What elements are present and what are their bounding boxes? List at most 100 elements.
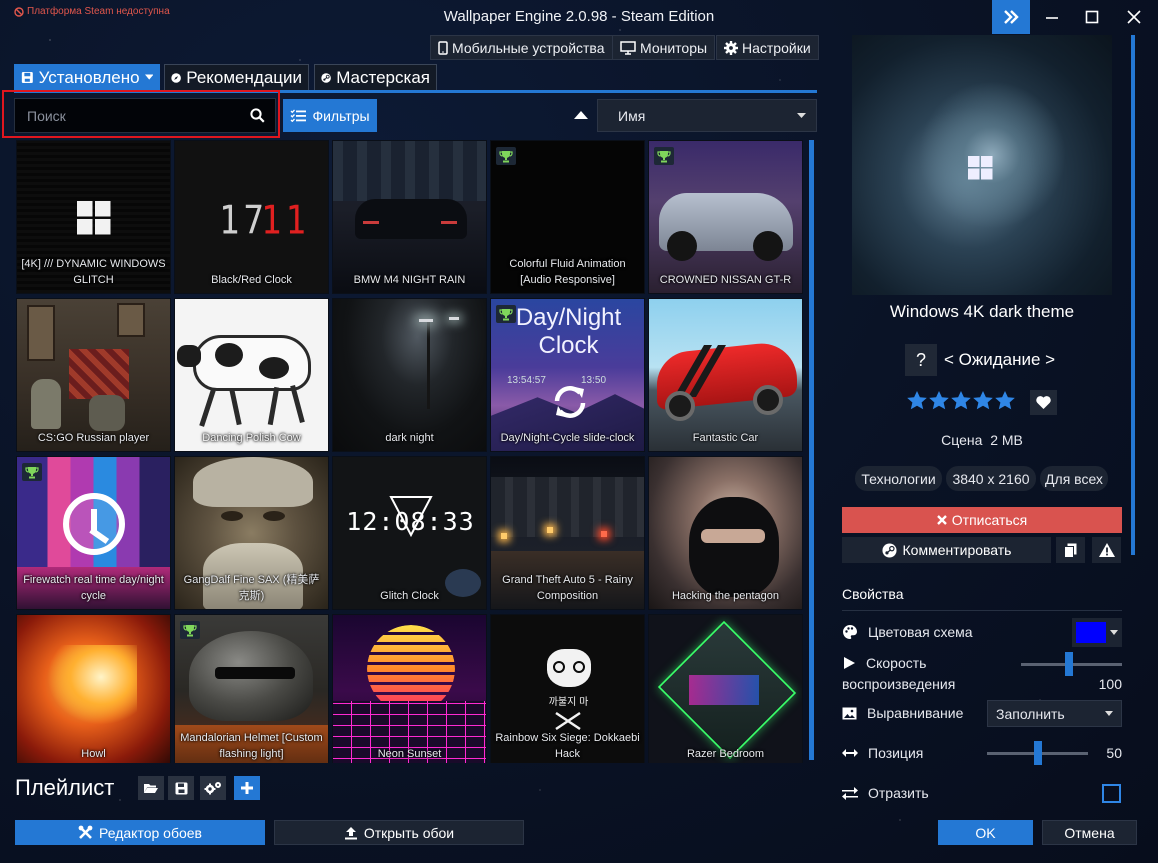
wallpaper-title: BMW M4 NIGHT RAIN xyxy=(353,274,466,286)
search-highlight-frame xyxy=(2,90,280,138)
filters-button[interactable]: Фильтры xyxy=(283,99,377,132)
arrows-horizontal-icon xyxy=(842,749,858,757)
minimize-button[interactable] xyxy=(1032,0,1072,34)
alignment-label: Выравнивание xyxy=(867,705,964,721)
wallpaper-tile[interactable]: Colorful Fluid Animation [Audio Responsi… xyxy=(490,140,645,294)
mirror-checkbox[interactable] xyxy=(1102,784,1121,803)
wallpaper-tile[interactable]: Dancing Polish Cow xyxy=(174,298,329,452)
grid-scrollbar[interactable] xyxy=(809,140,814,760)
color-scheme-picker[interactable] xyxy=(1072,618,1122,647)
unsubscribe-label: Отписаться xyxy=(951,512,1028,528)
ok-button[interactable]: OK xyxy=(938,820,1033,845)
cancel-button[interactable]: Отмена xyxy=(1042,820,1137,845)
playback-speed-row: Скорость xyxy=(842,655,926,671)
maximize-button[interactable] xyxy=(1072,0,1112,34)
wallpaper-editor-button[interactable]: Редактор обоев xyxy=(15,820,265,845)
close-button[interactable] xyxy=(1114,0,1154,34)
playlist-open-button[interactable] xyxy=(138,776,164,800)
wallpaper-tile[interactable]: Howl xyxy=(16,614,171,763)
warning-icon xyxy=(14,6,24,17)
filter-list-icon xyxy=(290,109,307,122)
wallpaper-tile[interactable]: BMW M4 NIGHT RAIN xyxy=(332,140,487,294)
tab-workshop-label: Мастерская xyxy=(336,67,430,87)
maximize-icon xyxy=(1085,10,1099,24)
trophy-badge xyxy=(654,147,674,165)
unsubscribe-button[interactable]: Отписаться xyxy=(842,507,1122,533)
sort-select[interactable]: Имя xyxy=(597,99,817,132)
wallpaper-title: CS:GO Russian player xyxy=(37,432,150,444)
playback-speed-slider-handle[interactable] xyxy=(1065,652,1074,676)
tab-workshop[interactable]: Мастерская xyxy=(314,64,437,91)
wallpaper-editor-label: Редактор обоев xyxy=(99,824,202,841)
wallpaper-preview xyxy=(852,35,1112,295)
mobile-devices-button[interactable]: Мобильные устройства xyxy=(430,35,613,60)
clock-digits-red: 11 xyxy=(261,198,310,244)
daynight-title-line2: Clock xyxy=(538,332,599,359)
compass-icon xyxy=(171,72,181,83)
wallpaper-title: [4K] /// DYNAMIC WINDOWS GLITCH xyxy=(21,258,166,286)
star-icon xyxy=(907,391,927,410)
favorite-button[interactable] xyxy=(1030,390,1057,415)
alignment-select[interactable]: Заполнить xyxy=(987,700,1122,727)
report-button[interactable] xyxy=(1092,537,1121,563)
wallpaper-tile[interactable]: Mandalorian Helmet [Custom flashing ligh… xyxy=(174,614,329,763)
wallpaper-tile[interactable]: Firewatch real time day/night cycle xyxy=(16,456,171,610)
wallpaper-tile[interactable]: 12:08:33 Glitch Clock xyxy=(332,456,487,610)
playlist-add-button[interactable] xyxy=(234,776,260,800)
tag-chip[interactable]: Для всех xyxy=(1040,466,1108,491)
tag-chip[interactable]: Технологии xyxy=(855,466,942,491)
tab-installed[interactable]: Установлено xyxy=(14,64,160,91)
settings-button[interactable]: Настройки xyxy=(716,35,819,60)
star-icon xyxy=(973,391,993,410)
wallpaper-tile[interactable]: 까불지 마 Rainbow Six Siege: Dokkaebi Hack xyxy=(490,614,645,763)
gears-icon xyxy=(204,782,221,795)
playlist-title: Плейлист xyxy=(15,775,115,800)
copy-button[interactable] xyxy=(1056,537,1085,563)
comment-button[interactable]: Комментировать xyxy=(842,537,1051,563)
tools-icon xyxy=(78,825,93,839)
wallpaper-tile[interactable]: Day/Night Clock 13:54:57 13:50 Day/Night… xyxy=(490,298,645,452)
image-icon xyxy=(842,707,857,719)
position-slider-handle[interactable] xyxy=(1033,741,1042,765)
wallpaper-tile[interactable]: Neon Sunset xyxy=(332,614,487,763)
comment-label: Комментировать xyxy=(902,542,1012,558)
monitors-button[interactable]: Мониторы xyxy=(612,35,716,60)
trophy-badge xyxy=(496,147,516,165)
wallpaper-tile[interactable]: [4K] /// DYNAMIC WINDOWS GLITCH xyxy=(16,140,171,294)
wallpaper-tile[interactable]: dark night xyxy=(332,298,487,452)
help-label: ? xyxy=(915,349,926,370)
details-scrollbar[interactable] xyxy=(1131,35,1135,555)
wallpaper-tile[interactable]: GangDalf Fine SAX (精美萨克斯) xyxy=(174,456,329,610)
steam-warning-text: Платформа Steam недоступна xyxy=(27,6,170,17)
wallpaper-tile[interactable]: 17 11 Black/Red Clock xyxy=(174,140,329,294)
wallpaper-title: GangDalf Fine SAX (精美萨克斯) xyxy=(183,574,320,602)
folder-open-icon xyxy=(144,784,158,793)
tag-chip[interactable]: 3840 x 2160 xyxy=(946,466,1036,491)
sort-up-icon xyxy=(574,111,588,119)
wallpaper-detail-title: Windows 4K dark theme xyxy=(889,302,1075,321)
wallpaper-title: dark night xyxy=(385,432,434,444)
caret-down-icon xyxy=(1110,629,1118,635)
wallpaper-tile[interactable]: Razer Bedroom xyxy=(648,614,803,763)
wallpaper-tile[interactable]: Fantastic Car xyxy=(648,298,803,452)
wallpaper-grid: [4K] /// DYNAMIC WINDOWS GLITCH 17 11 Bl… xyxy=(14,140,804,763)
playlist-save-button[interactable] xyxy=(168,776,194,800)
ok-label: OK xyxy=(975,824,996,841)
open-wallpaper-button[interactable]: Открыть обои xyxy=(274,820,524,845)
wallpaper-tile[interactable]: CROWNED NISSAN GT-R xyxy=(648,140,803,294)
mirror-row: Отразить xyxy=(842,785,929,801)
wallpaper-tile[interactable]: Hacking the pentagon xyxy=(648,456,803,610)
mobile-phone-icon xyxy=(438,40,448,55)
gear-icon xyxy=(724,40,738,55)
sort-direction-button[interactable] xyxy=(574,110,588,119)
collapse-panel-button[interactable] xyxy=(992,0,1030,34)
tab-recommended[interactable]: Рекомендации xyxy=(164,64,309,91)
close-icon xyxy=(1127,10,1141,24)
mirror-label: Отразить xyxy=(868,785,929,801)
playlist-configure-button[interactable] xyxy=(200,776,226,800)
sort-selected-value: Имя xyxy=(618,107,646,124)
wallpaper-status: < Ожидание > xyxy=(944,350,1056,369)
wallpaper-tile[interactable]: CS:GO Russian player xyxy=(16,298,171,452)
help-button[interactable]: ? xyxy=(905,344,937,376)
wallpaper-tile[interactable]: Grand Theft Auto 5 - Rainy Composition xyxy=(490,456,645,610)
